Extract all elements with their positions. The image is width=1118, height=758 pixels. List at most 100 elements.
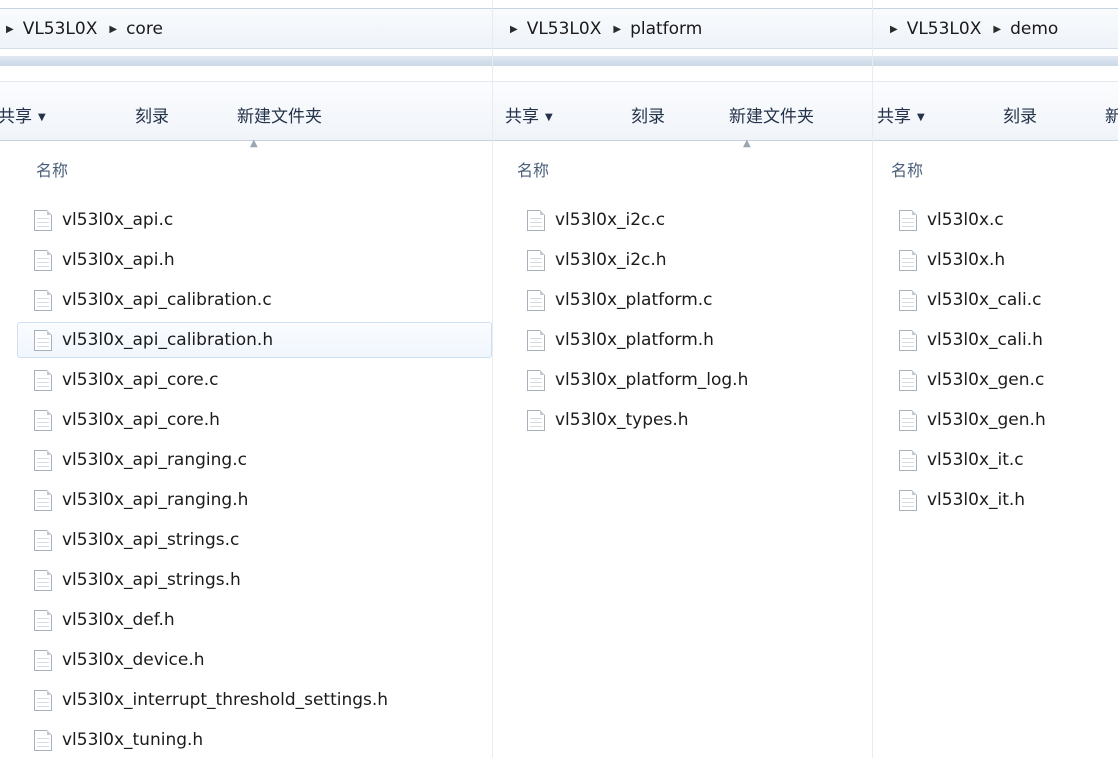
file-item[interactable]: vl53l0x_it.c — [899, 442, 1024, 478]
breadcrumb-item-root[interactable]: VL53L0X — [907, 19, 982, 39]
file-item[interactable]: vl53l0x.c — [899, 202, 1004, 238]
breadcrumb: ▶ VL53L0X ▶ demo — [890, 19, 1058, 39]
text-file-icon — [527, 209, 545, 231]
triangle-right-icon[interactable]: ▶ — [993, 24, 1001, 35]
file-name: vl53l0x_i2c.c — [555, 210, 666, 230]
burn-button[interactable]: 刻录 — [1003, 102, 1037, 127]
file-item[interactable]: vl53l0x_api_strings.c — [34, 522, 239, 558]
file-item[interactable]: vl53l0x_cali.c — [899, 282, 1041, 318]
triangle-right-icon[interactable]: ▶ — [6, 24, 14, 35]
text-file-icon — [34, 649, 52, 671]
text-file-icon — [34, 409, 52, 431]
file-item[interactable]: vl53l0x_api.h — [34, 242, 175, 278]
text-file-icon — [34, 369, 52, 391]
file-name: vl53l0x_api_calibration.c — [62, 290, 272, 310]
address-bar[interactable]: ▶ VL53L0X ▶ core — [0, 8, 492, 49]
triangle-right-icon[interactable]: ▶ — [890, 24, 898, 35]
text-file-icon — [527, 409, 545, 431]
file-item[interactable]: vl53l0x_types.h — [527, 402, 689, 438]
file-item[interactable]: vl53l0x_i2c.c — [527, 202, 665, 238]
new-folder-button[interactable]: 新 — [1105, 102, 1118, 127]
file-item[interactable]: vl53l0x_def.h — [34, 602, 175, 638]
file-name: vl53l0x_cali.c — [927, 290, 1042, 310]
file-item-hovered[interactable]: vl53l0x_api_calibration.h — [17, 322, 492, 358]
file-item[interactable]: vl53l0x_platform.c — [527, 282, 713, 318]
file-item[interactable]: vl53l0x_tuning.h — [34, 722, 203, 758]
caret-down-icon: ▼ — [545, 112, 553, 123]
file-name: vl53l0x_i2c.h — [555, 250, 667, 270]
command-bar: 共享 ▼ 刻录 新建文件夹 — [493, 81, 872, 141]
file-item[interactable]: vl53l0x_api_strings.h — [34, 562, 241, 598]
file-name: vl53l0x_api_strings.c — [62, 530, 240, 550]
column-header-name[interactable]: 名称 — [891, 157, 923, 181]
text-file-icon — [899, 249, 917, 271]
share-button[interactable]: 共享 ▼ — [505, 102, 553, 127]
text-file-icon — [34, 689, 52, 711]
file-name: vl53l0x_api_strings.h — [62, 570, 241, 590]
breadcrumb-item-root[interactable]: VL53L0X — [527, 19, 602, 39]
command-bar: 共享▼ 刻录 新 — [873, 81, 1118, 141]
file-item[interactable]: vl53l0x_api_core.c — [34, 362, 219, 398]
file-item[interactable]: vl53l0x_interrupt_threshold_settings.h — [34, 682, 388, 718]
column-header-name[interactable]: 名称 — [36, 157, 68, 181]
text-file-icon — [899, 289, 917, 311]
file-item[interactable]: vl53l0x_gen.c — [899, 362, 1044, 398]
file-name: vl53l0x_api_core.h — [62, 410, 220, 430]
text-file-icon — [899, 409, 917, 431]
breadcrumb: ▶ VL53L0X ▶ core — [6, 19, 163, 39]
file-name: vl53l0x_tuning.h — [62, 730, 204, 750]
file-item[interactable]: vl53l0x.h — [899, 242, 1005, 278]
text-file-icon — [899, 369, 917, 391]
triangle-right-icon[interactable]: ▶ — [510, 24, 518, 35]
breadcrumb: ▶ VL53L0X ▶ platform — [510, 19, 702, 39]
file-item[interactable]: vl53l0x_api.c — [34, 202, 173, 238]
text-file-icon — [899, 449, 917, 471]
file-name: vl53l0x_types.h — [555, 410, 689, 430]
file-item[interactable]: vl53l0x_api_ranging.c — [34, 442, 247, 478]
breadcrumb-item-current[interactable]: core — [126, 19, 163, 39]
breadcrumb-item-current[interactable]: demo — [1010, 19, 1058, 39]
file-item[interactable]: vl53l0x_cali.h — [899, 322, 1043, 358]
file-name: vl53l0x_it.h — [927, 490, 1026, 510]
file-item[interactable]: vl53l0x_i2c.h — [527, 242, 667, 278]
burn-button[interactable]: 刻录 — [631, 102, 665, 127]
text-file-icon — [34, 489, 52, 511]
text-file-icon — [34, 729, 52, 751]
address-bar[interactable]: ▶ VL53L0X ▶ platform — [493, 8, 872, 49]
text-file-icon — [34, 609, 52, 631]
text-file-icon — [34, 569, 52, 591]
text-file-icon — [34, 209, 52, 231]
column-header-name[interactable]: 名称 — [517, 157, 549, 181]
file-item[interactable]: vl53l0x_api_calibration.c — [34, 282, 272, 318]
breadcrumb-item-root[interactable]: VL53L0X — [23, 19, 98, 39]
caret-down-icon: ▼ — [38, 112, 46, 123]
text-file-icon — [899, 209, 917, 231]
address-bar[interactable]: ▶ VL53L0X ▶ demo — [873, 8, 1118, 49]
triangle-right-icon[interactable]: ▶ — [109, 24, 117, 35]
file-item[interactable]: vl53l0x_it.h — [899, 482, 1025, 518]
sort-up-icon: ▲ — [743, 138, 751, 149]
file-name: vl53l0x_api_ranging.h — [62, 490, 249, 510]
file-name: vl53l0x_it.c — [927, 450, 1024, 470]
file-name: vl53l0x_platform.h — [555, 330, 714, 350]
share-button[interactable]: 共享 ▼ — [877, 102, 925, 127]
file-item[interactable]: vl53l0x_gen.h — [899, 402, 1046, 438]
breadcrumb-item-current[interactable]: platform — [630, 19, 702, 39]
new-folder-button[interactable]: 新建文件夹 — [729, 102, 814, 127]
file-name: vl53l0x_def.h — [62, 610, 175, 630]
file-item[interactable]: vl53l0x_device.h — [34, 642, 205, 678]
file-item[interactable]: vl53l0x_api_core.h — [34, 402, 220, 438]
file-item[interactable]: vl53l0x_platform_log.h — [527, 362, 748, 398]
text-file-icon — [34, 289, 52, 311]
text-file-icon — [527, 249, 545, 271]
file-name: vl53l0x_gen.h — [927, 410, 1046, 430]
triangle-right-icon[interactable]: ▶ — [613, 24, 621, 35]
burn-button[interactable]: 刻录 — [135, 102, 169, 127]
file-item[interactable]: vl53l0x_platform.h — [527, 322, 714, 358]
explorer-pane-demo: ▶ VL53L0X ▶ demo 共享▼ 刻录 新 名称 vl53l0x.c vl53… — [872, 0, 1118, 758]
new-folder-button[interactable]: 新建文件夹 — [237, 102, 322, 127]
file-name: vl53l0x_platform.c — [555, 290, 713, 310]
text-file-icon — [34, 329, 52, 351]
file-item[interactable]: vl53l0x_api_ranging.h — [34, 482, 248, 518]
share-button[interactable]: 共享 ▼ — [0, 102, 46, 127]
